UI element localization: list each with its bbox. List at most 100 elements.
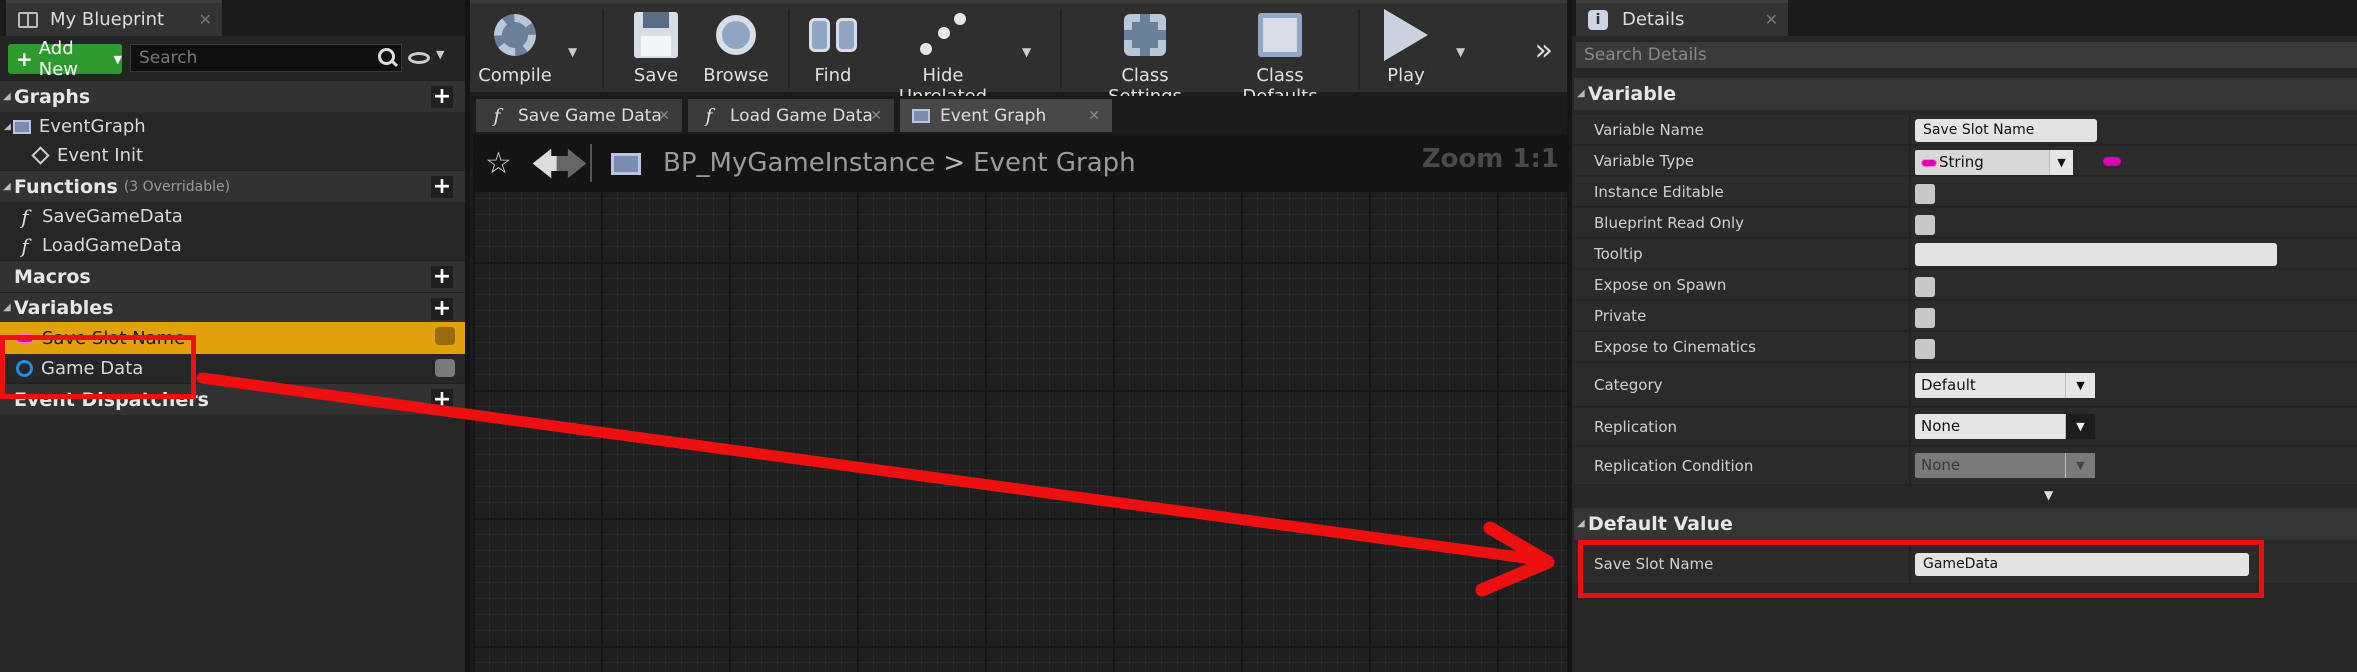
expand-triangle-icon[interactable]: ◢ xyxy=(3,302,11,313)
replication-dropdown[interactable]: None ▼ xyxy=(1915,414,2095,439)
advanced-expand-icon[interactable]: ▼ xyxy=(2044,488,2053,502)
breadcrumb-blueprint[interactable]: BP_MyGameInstance xyxy=(663,148,935,178)
property-label: Replication xyxy=(1594,418,1678,436)
instance-editable-checkbox[interactable] xyxy=(1915,184,1935,204)
macros-section-header[interactable]: Macros + xyxy=(0,260,465,292)
functions-section-label: Functions xyxy=(14,175,118,198)
graph-item-event-init[interactable]: Event Init xyxy=(0,141,465,170)
variable-name-row: Variable Name Save Slot Name xyxy=(1574,115,2357,145)
play-button[interactable]: Play xyxy=(1376,7,1436,91)
add-new-button[interactable]: + Add New ▼ xyxy=(8,38,122,80)
category-dropdown[interactable]: Default ▼ xyxy=(1915,373,2095,398)
find-button[interactable]: Find xyxy=(798,7,868,91)
class-settings-button[interactable]: Class Settings xyxy=(1082,7,1208,107)
favorite-star-icon[interactable]: ☆ xyxy=(485,146,512,181)
play-triangle-icon xyxy=(1384,9,1428,61)
property-label: Variable Name xyxy=(1594,121,1704,139)
close-tab-icon[interactable]: ✕ xyxy=(1765,10,1778,29)
compile-gear-icon xyxy=(494,14,536,56)
highlight-default-value-box xyxy=(1578,540,2264,598)
main-toolbar: Compile ▼ Save Browse Find Hide Unrelate… xyxy=(470,0,1567,107)
tab-event-graph[interactable]: Event Graph ✕ xyxy=(900,99,1112,132)
details-tab[interactable]: i Details ✕ xyxy=(1576,0,1788,36)
tooltip-input[interactable] xyxy=(1915,243,2277,266)
chevron-down-icon: ▼ xyxy=(2065,453,2095,478)
view-options-eye-icon[interactable] xyxy=(408,52,430,64)
tab-save-game-data[interactable]: f Save Game Data ✕ xyxy=(476,99,682,132)
book-icon xyxy=(18,11,38,28)
forward-arrow-icon[interactable]: 🡆 xyxy=(555,142,588,196)
add-macro-button[interactable]: + xyxy=(431,266,453,288)
class-defaults-button[interactable]: Class Defaults xyxy=(1216,7,1344,107)
expand-triangle-icon[interactable]: ◢ xyxy=(1577,508,1585,540)
visibility-eye-icon[interactable] xyxy=(435,327,455,345)
function-item-savegamedata[interactable]: f SaveGameData xyxy=(0,202,465,231)
variable-section-header[interactable]: ◢ Variable xyxy=(1574,78,2357,110)
expose-to-cinematics-checkbox[interactable] xyxy=(1915,339,1935,359)
breadcrumb-divider xyxy=(590,144,592,182)
browse-button[interactable]: Browse xyxy=(698,7,774,91)
graphs-section-header[interactable]: ◢ Graphs + xyxy=(0,80,465,112)
hide-unrelated-chevron-icon[interactable]: ▼ xyxy=(1022,45,1031,59)
compile-options-chevron-icon[interactable]: ▼ xyxy=(568,45,577,59)
variables-section-label: Variables xyxy=(14,296,114,319)
container-type-pill-icon[interactable] xyxy=(2103,157,2121,166)
info-icon: i xyxy=(1588,9,1608,30)
close-tab-icon[interactable]: ✕ xyxy=(870,108,882,124)
tab-label: Load Game Data xyxy=(730,105,873,126)
replication-condition-dropdown: None ▼ xyxy=(1915,453,2095,478)
tab-load-game-data[interactable]: f Load Game Data ✕ xyxy=(688,99,894,132)
functions-overridable-note: (3 Overridable) xyxy=(123,178,231,195)
toolbar-overflow-icon[interactable]: » xyxy=(1535,33,1553,68)
add-variable-button[interactable]: + xyxy=(431,298,453,320)
search-details-input[interactable]: Search Details xyxy=(1576,42,2357,68)
close-tab-icon[interactable]: ✕ xyxy=(1088,108,1100,124)
graph-tab-bar: f Save Game Data ✕ f Load Game Data ✕ Ev… xyxy=(470,96,1567,132)
variable-name-input[interactable]: Save Slot Name xyxy=(1915,119,2097,142)
add-function-button[interactable]: + xyxy=(431,176,453,198)
event-graph-canvas[interactable]: ☆ 🡄 🡆 BP_MyGameInstance > Event Graph Zoom… xyxy=(473,134,1567,672)
expose-on-spawn-checkbox[interactable] xyxy=(1915,277,1935,297)
play-options-chevron-icon[interactable]: ▼ xyxy=(1456,45,1465,59)
expand-triangle-icon[interactable]: ◢ xyxy=(3,91,11,102)
category-value: Default xyxy=(1921,376,1976,394)
view-options-chevron-icon[interactable]: ▼ xyxy=(436,48,444,61)
expand-triangle-icon[interactable]: ◢ xyxy=(4,122,11,132)
class-settings-icon xyxy=(1124,14,1166,56)
private-checkbox[interactable] xyxy=(1915,308,1935,328)
column-divider xyxy=(1909,408,1911,446)
compile-button[interactable]: Compile xyxy=(472,7,558,91)
variable-type-dropdown[interactable]: String ▼ xyxy=(1915,150,2073,175)
column-divider xyxy=(1909,301,1911,331)
add-graph-button[interactable]: + xyxy=(431,86,453,108)
save-button[interactable]: Save xyxy=(626,7,686,91)
variables-section-header[interactable]: ◢ Variables + xyxy=(0,292,465,322)
default-value-section-header[interactable]: ◢ Default Value xyxy=(1574,508,2357,540)
toolbar-divider xyxy=(1358,9,1360,89)
play-label: Play xyxy=(1387,65,1425,86)
add-event-dispatcher-button[interactable]: + xyxy=(431,389,453,411)
my-blueprint-tab[interactable]: My Blueprint ✕ xyxy=(6,0,222,36)
expand-triangle-icon[interactable]: ◢ xyxy=(1577,78,1585,110)
variable-type-value: String xyxy=(1939,153,1984,171)
column-divider xyxy=(1909,270,1911,300)
breadcrumb-graph[interactable]: Event Graph xyxy=(973,148,1136,178)
hide-unrelated-button[interactable]: Hide Unrelated xyxy=(880,7,1006,107)
function-item-loadgamedata[interactable]: f LoadGameData xyxy=(0,231,465,260)
save-floppy-icon xyxy=(634,12,678,58)
close-tab-icon[interactable]: ✕ xyxy=(658,108,670,124)
blueprint-search-input[interactable]: Search xyxy=(130,44,402,72)
chevron-down-icon: ▼ xyxy=(2049,150,2073,175)
zoom-level: Zoom 1:1 xyxy=(1421,144,1559,174)
details-tab-bar: i Details ✕ xyxy=(1572,0,2357,36)
find-label: Find xyxy=(814,65,852,86)
visibility-eye-icon[interactable] xyxy=(435,359,455,377)
functions-section-header[interactable]: ◢ Functions (3 Overridable) + xyxy=(0,170,465,202)
close-tab-icon[interactable]: ✕ xyxy=(199,10,212,29)
column-divider xyxy=(1909,177,1911,207)
chevron-down-icon: ▼ xyxy=(2065,373,2095,398)
left-tab-bar: My Blueprint ✕ xyxy=(0,0,465,36)
blueprint-read-only-checkbox[interactable] xyxy=(1915,215,1935,235)
graph-item-eventgraph[interactable]: ◢ EventGraph xyxy=(0,112,465,141)
expand-triangle-icon[interactable]: ◢ xyxy=(3,181,11,192)
